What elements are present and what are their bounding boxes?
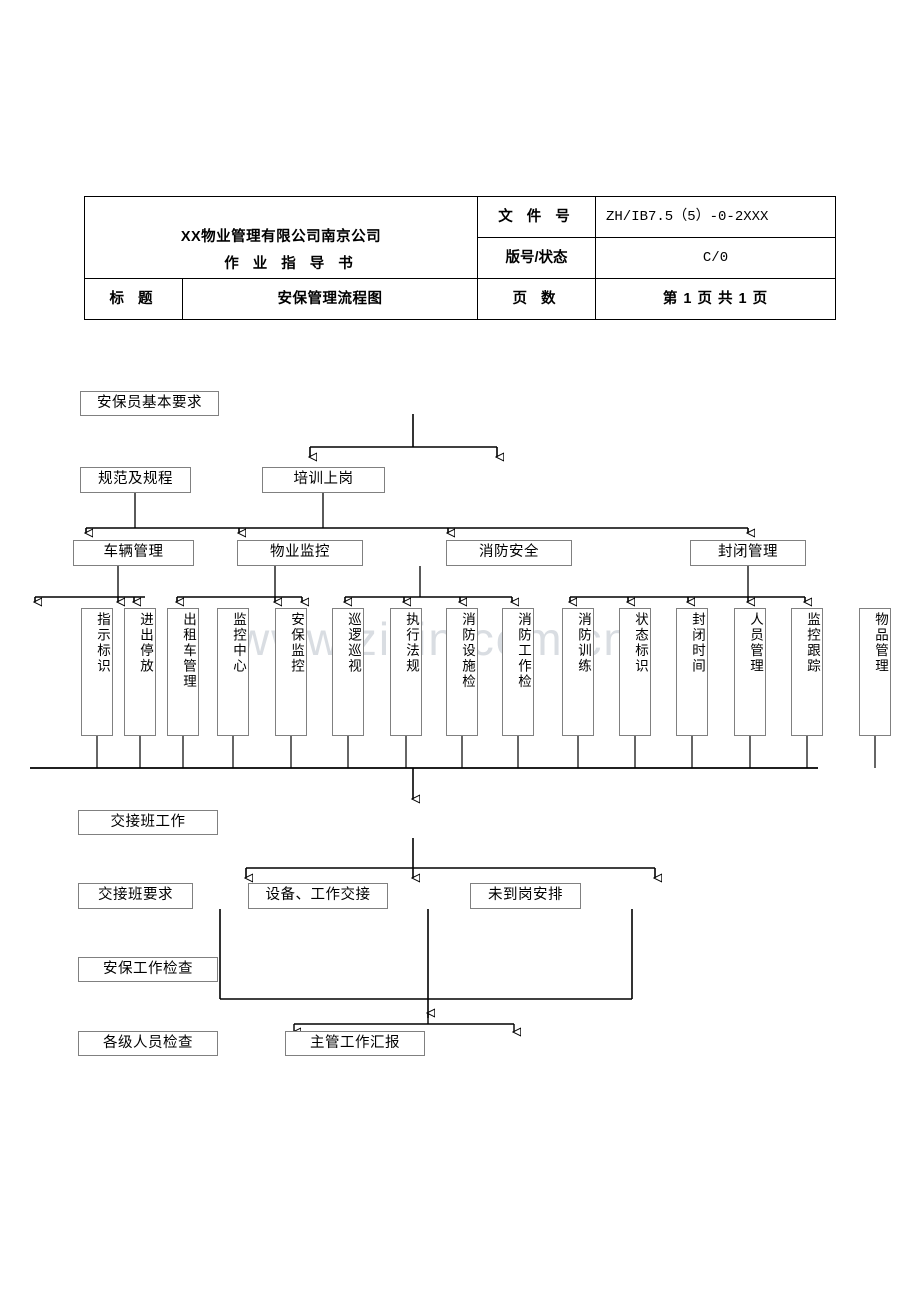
flow-box-all-level-personnel-inspection[interactable]: 各级人员检查 [78, 1031, 218, 1056]
flow-vbox-monitoring-center[interactable]: 监控中心 [217, 608, 249, 736]
table-row: 标 题 安保管理流程图 页 数 第 1 页 共 1 页 [84, 278, 836, 320]
header-pages-value: 第 1 页 共 1 页 [595, 278, 836, 320]
flow-box-vehicle-management[interactable]: 车辆管理 [73, 540, 194, 566]
flow-box-basic-requirements[interactable]: 安保员基本要求 [80, 391, 219, 416]
flow-vbox-taxi-management[interactable]: 出租车管理 [167, 608, 199, 736]
flow-vbox-law-enforcement[interactable]: 执行法规 [390, 608, 422, 736]
flow-box-equipment-work-handover[interactable]: 设备、工作交接 [248, 883, 388, 909]
flow-box-absent-post-arrangement[interactable]: 未到岗安排 [470, 883, 581, 909]
flow-vbox-security-monitoring[interactable]: 安保监控 [275, 608, 307, 736]
header-fileno-value: ZH/IB7.5（5）-0-2XXX [595, 196, 836, 238]
flow-vbox-goods-management[interactable]: 物品管理 [859, 608, 891, 736]
header-title-label: 标 题 [84, 278, 183, 320]
flow-vbox-entry-exit-parking[interactable]: 进出停放 [124, 608, 156, 736]
flow-box-security-work-inspection[interactable]: 安保工作检查 [78, 957, 218, 982]
header-title-value: 安保管理流程图 [182, 278, 478, 320]
flow-box-training-onboarding[interactable]: 培训上岗 [262, 467, 385, 493]
flow-vbox-fire-facility-check[interactable]: 消防设施检 [446, 608, 478, 736]
flow-box-shift-handover-requirements[interactable]: 交接班要求 [78, 883, 193, 909]
header-fileno-label: 文 件 号 [477, 196, 596, 238]
flow-box-supervisor-work-report[interactable]: 主管工作汇报 [285, 1031, 425, 1056]
flow-box-standards-procedures[interactable]: 规范及规程 [80, 467, 191, 493]
page-canvas: www.zixin.com.cn XX物业管理有限公司南京公司 文 件 号 ZH… [0, 0, 920, 1302]
flow-box-property-monitoring[interactable]: 物业监控 [237, 540, 363, 566]
flow-box-fire-safety[interactable]: 消防安全 [446, 540, 572, 566]
flow-vbox-patrol-inspection[interactable]: 巡逻巡视 [332, 608, 364, 736]
flow-vbox-status-signage[interactable]: 状态标识 [619, 608, 651, 736]
header-pages-label: 页 数 [477, 278, 596, 320]
flow-vbox-personnel-management[interactable]: 人员管理 [734, 608, 766, 736]
table-row: XX物业管理有限公司南京公司 文 件 号 ZH/IB7.5（5）-0-2XXX [84, 196, 836, 279]
flow-box-shift-handover-work[interactable]: 交接班工作 [78, 810, 218, 835]
flow-vbox-signage[interactable]: 指示标识 [81, 608, 113, 736]
flow-vbox-monitoring-tracking[interactable]: 监控跟踪 [791, 608, 823, 736]
header-doc-kind: 作 业 指 导 书 [224, 256, 358, 272]
flow-box-closed-management[interactable]: 封闭管理 [690, 540, 806, 566]
header-version-value: C/0 [595, 237, 836, 279]
flow-vbox-fire-work-check[interactable]: 消防工作检 [502, 608, 534, 736]
flow-vbox-fire-training[interactable]: 消防训练 [562, 608, 594, 736]
flow-vbox-closure-time[interactable]: 封闭时间 [676, 608, 708, 736]
